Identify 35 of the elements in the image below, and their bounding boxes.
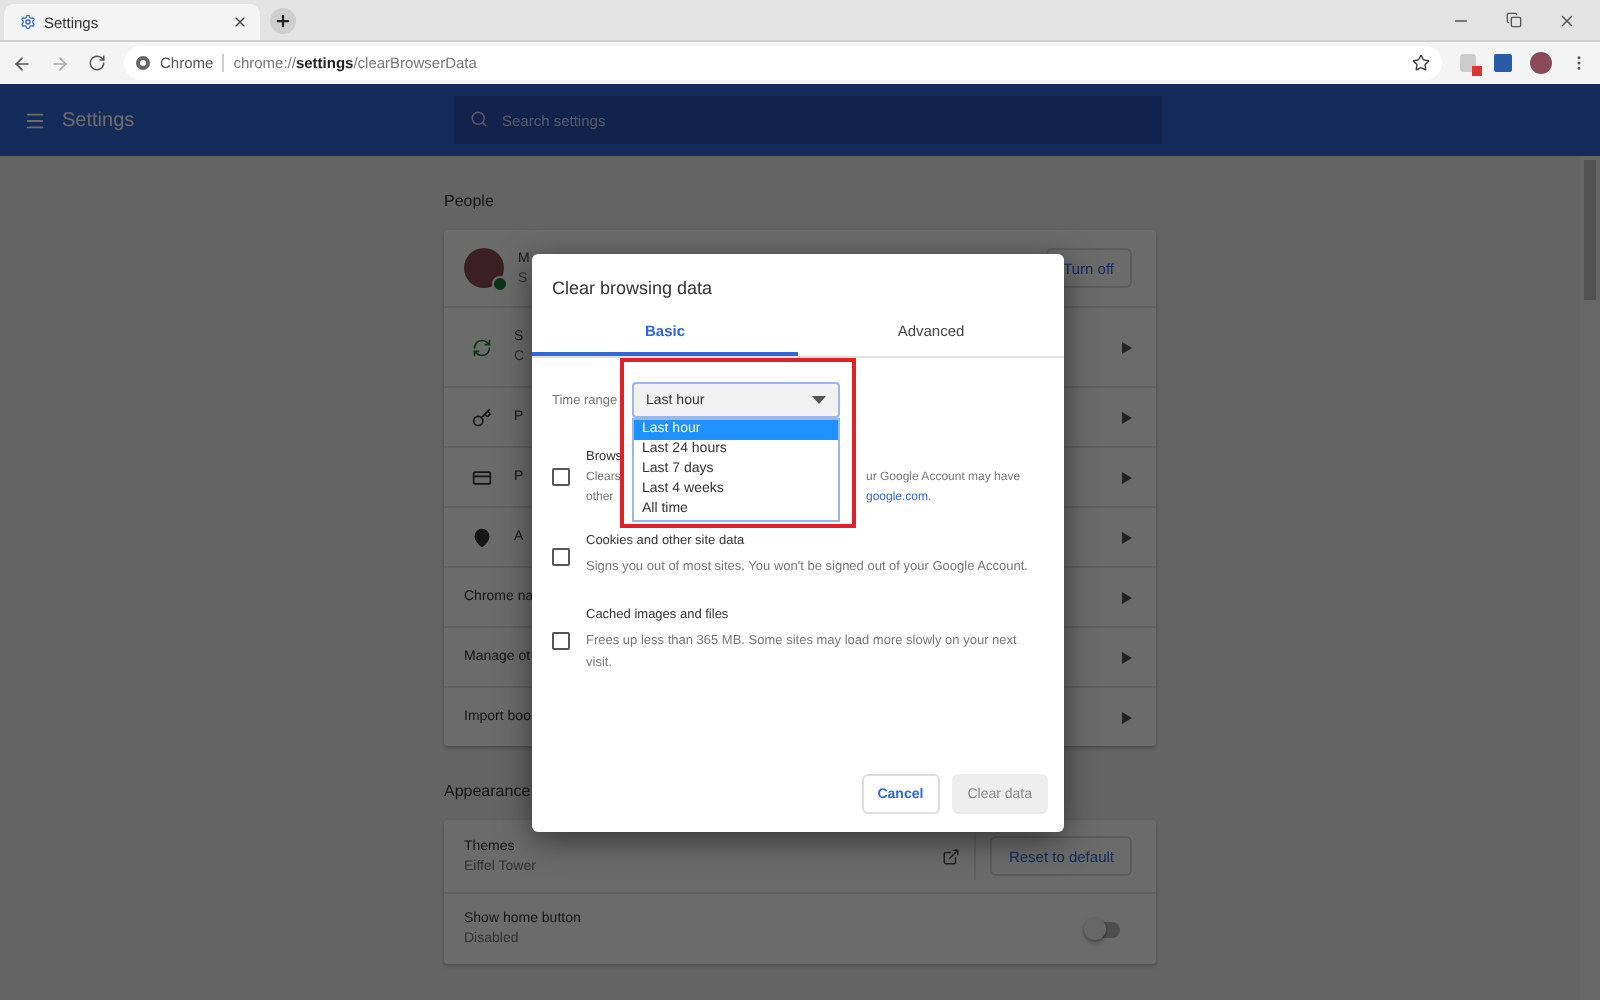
chrome-logo-icon xyxy=(136,56,150,70)
pin-icon xyxy=(472,527,492,547)
search-icon xyxy=(470,110,488,128)
sync-icon xyxy=(472,337,492,357)
checkbox[interactable] xyxy=(552,547,570,565)
toggle-switch[interactable] xyxy=(1088,921,1120,937)
section-heading: Appearance xyxy=(444,782,531,800)
close-icon[interactable] xyxy=(1558,11,1576,29)
bookmark-star-icon[interactable] xyxy=(1412,54,1430,72)
key-icon xyxy=(472,407,492,427)
section-heading: People xyxy=(444,192,494,210)
page-title: Settings xyxy=(62,109,137,131)
dialog-title: Clear browsing data xyxy=(550,276,715,302)
extension-icon[interactable] xyxy=(1460,54,1476,72)
chevron-right-icon xyxy=(1122,591,1132,603)
new-tab-button[interactable] xyxy=(270,8,296,34)
restore-icon[interactable] xyxy=(1506,11,1522,27)
caret-icon xyxy=(812,396,826,404)
close-icon[interactable] xyxy=(232,14,248,30)
reload-icon[interactable] xyxy=(88,54,106,72)
checkbox[interactable] xyxy=(552,468,570,486)
chevron-right-icon xyxy=(1122,341,1132,353)
plus-icon xyxy=(274,12,292,30)
chevron-right-icon xyxy=(1122,711,1132,723)
account-avatar xyxy=(464,248,504,288)
chevron-right-icon xyxy=(1122,411,1132,423)
card-icon xyxy=(472,467,492,487)
checkbox[interactable] xyxy=(552,632,570,650)
external-link-icon[interactable] xyxy=(942,847,961,865)
back-icon[interactable] xyxy=(12,53,32,73)
profile-avatar[interactable] xyxy=(1530,52,1552,74)
chevron-right-icon xyxy=(1122,651,1132,663)
chevron-right-icon xyxy=(1122,531,1132,543)
chevron-right-icon xyxy=(1122,471,1132,483)
gear-icon xyxy=(20,14,36,30)
